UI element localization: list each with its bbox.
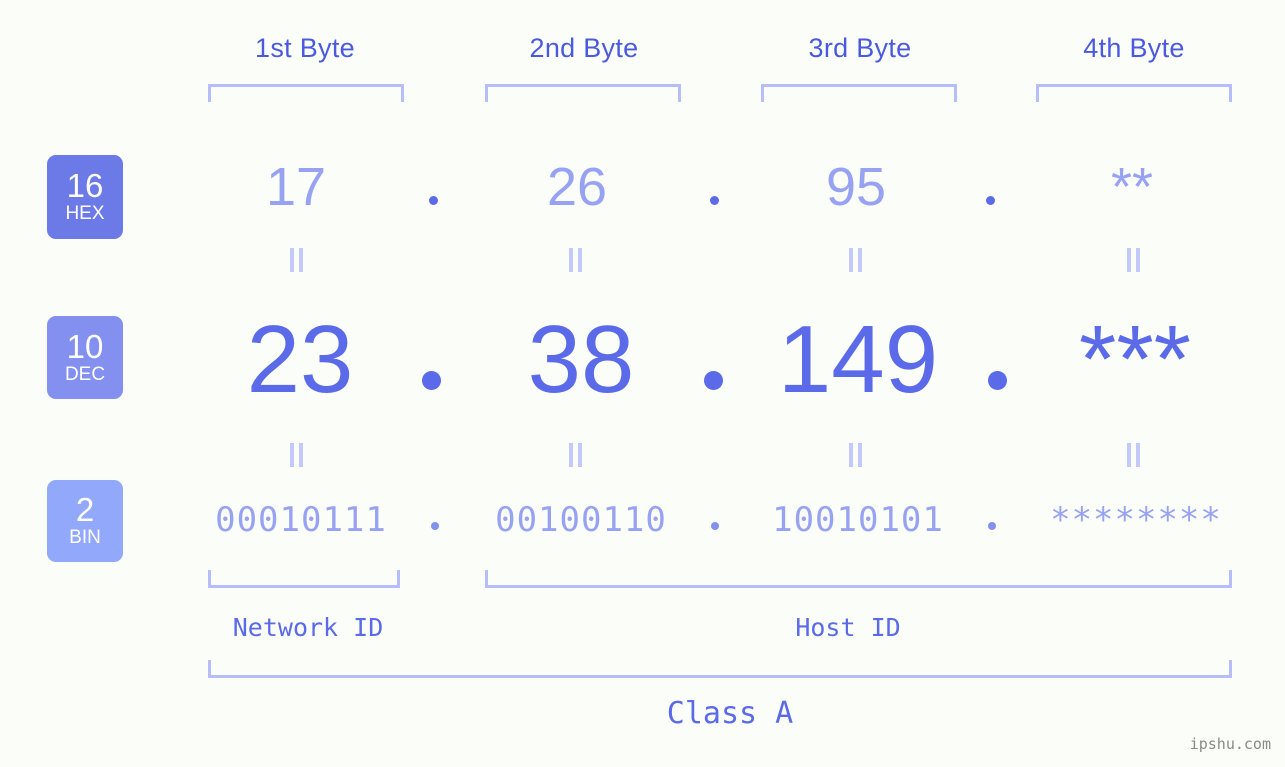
base-badge-bin-label: BIN [69, 527, 101, 548]
bin-separator-3 [988, 522, 996, 530]
hex-byte-3: 95 [825, 157, 887, 217]
base-badge-bin: 2 BIN [47, 480, 123, 562]
class-label: Class A [666, 696, 794, 731]
host-id-bracket [485, 570, 1232, 588]
base-badge-hex: 16 HEX [47, 155, 123, 239]
host-id-label: Host ID [795, 613, 901, 642]
byte-bracket-1 [208, 84, 404, 102]
base-badge-bin-number: 2 [75, 491, 95, 528]
equals-mark-dec-bin-2 [569, 443, 582, 467]
byte-header-4: 4th Byte [1083, 33, 1185, 63]
class-bracket [208, 660, 1232, 678]
dec-separator-2 [704, 371, 723, 390]
bin-byte-4: ******** [1050, 500, 1222, 540]
equals-mark-dec-bin-4 [1127, 443, 1140, 467]
base-badge-dec-label: DEC [64, 363, 106, 385]
bin-separator-1 [431, 522, 439, 530]
dec-byte-3: 149 [777, 306, 939, 413]
byte-bracket-2 [485, 84, 681, 102]
hex-separator-2 [710, 196, 719, 205]
base-badge-hex-label: HEX [65, 203, 105, 224]
byte-header-3: 3rd Byte [808, 33, 912, 63]
bin-separator-2 [711, 522, 719, 530]
byte-header-2: 2nd Byte [529, 33, 639, 63]
hex-byte-2: 26 [546, 157, 608, 217]
ip-address-breakdown-diagram: 1st Byte 2nd Byte 3rd Byte 4th Byte 16 H… [0, 0, 1285, 767]
dec-byte-4: *** [1078, 306, 1192, 413]
equals-mark-hex-dec-3 [849, 248, 862, 272]
equals-mark-hex-dec-1 [290, 248, 303, 272]
base-badge-dec-number: 10 [66, 327, 104, 365]
dec-byte-1: 23 [246, 306, 354, 413]
hex-separator-1 [429, 196, 438, 205]
watermark: ipshu.com [1189, 735, 1271, 753]
bin-byte-3: 10010101 [772, 500, 944, 540]
dec-byte-2: 38 [527, 306, 635, 413]
base-badge-dec: 10 DEC [47, 316, 123, 399]
byte-bracket-4 [1036, 84, 1232, 102]
hex-byte-1: 17 [265, 157, 327, 217]
network-id-bracket [208, 570, 400, 588]
hex-byte-4: ** [1110, 157, 1154, 217]
dec-separator-3 [988, 371, 1007, 390]
equals-mark-dec-bin-1 [290, 443, 303, 467]
dec-separator-1 [422, 371, 441, 390]
equals-mark-hex-dec-2 [569, 248, 582, 272]
bin-byte-1: 00010111 [215, 500, 387, 540]
byte-bracket-3 [761, 84, 957, 102]
equals-mark-hex-dec-4 [1127, 248, 1140, 272]
hex-separator-3 [986, 196, 995, 205]
bin-byte-2: 00100110 [495, 500, 667, 540]
byte-header-1: 1st Byte [255, 33, 355, 63]
network-id-label: Network ID [232, 613, 384, 642]
base-badge-hex-number: 16 [66, 167, 104, 204]
equals-mark-dec-bin-3 [849, 443, 862, 467]
